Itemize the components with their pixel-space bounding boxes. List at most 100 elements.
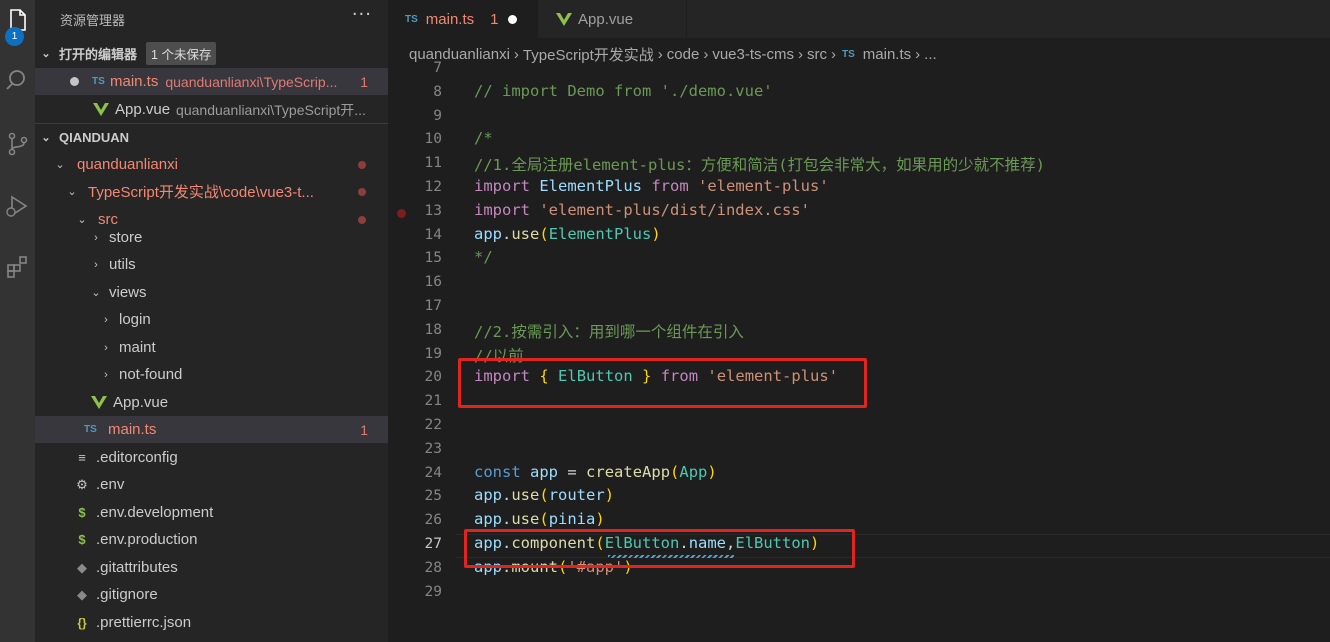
tree-file-prettierrc[interactable]: {} .prettierrc.json [35, 609, 388, 636]
search-icon[interactable] [0, 60, 35, 100]
chevron-right-icon: › [513, 45, 519, 63]
line-number: 15 [424, 250, 442, 267]
tree-file-main-ts[interactable]: TS main.ts 1 [35, 416, 388, 443]
tree-label: utils [109, 256, 136, 273]
dollar-icon: $ [78, 532, 86, 547]
breadcrumb-item[interactable]: src [807, 46, 827, 63]
code-line[interactable]: app.use(ElementPlus) [474, 225, 661, 243]
tree-label: main.ts [108, 421, 157, 438]
tree-label: .env [96, 476, 125, 493]
code-line[interactable]: // import Demo from './demo.vue' [474, 82, 773, 100]
problem-count: 1 [360, 421, 368, 438]
tab-label: main.ts [425, 10, 475, 28]
code-line[interactable]: */ [474, 248, 493, 266]
code-line[interactable]: const app = createApp(App) [474, 463, 717, 481]
extensions-icon[interactable] [0, 246, 35, 286]
chevron-right-icon: › [104, 313, 108, 326]
tree-folder-store[interactable]: › store [35, 224, 388, 251]
chevron-right-icon: › [104, 341, 108, 354]
tab-app-vue[interactable]: App.vue [539, 0, 687, 38]
open-editor-app-vue[interactable]: App.vue quanduanlianxi\TypeScript开... [35, 96, 388, 123]
line-number: 18 [424, 321, 442, 338]
unsaved-dot-icon[interactable] [508, 14, 518, 24]
line-number: 25 [424, 488, 442, 505]
open-editor-main-ts[interactable]: TS main.ts quanduanlianxi\TypeScrip... 1 [35, 68, 388, 95]
chevron-down-icon: ⌄ [41, 131, 51, 144]
breadcrumb-item[interactable]: vue3-ts-cms [712, 46, 794, 63]
code-line[interactable]: app.use(pinia) [474, 510, 605, 528]
line-number: 8 [433, 83, 442, 100]
tab-main-ts[interactable]: TS main.ts 1 [388, 0, 538, 38]
highlight-box-component [464, 529, 855, 568]
tree-label: views [109, 284, 147, 301]
workspace-title: QIANDUAN [59, 129, 130, 145]
line-number: 13 [424, 202, 442, 219]
gear-icon: ⚙ [76, 476, 88, 492]
tree-file-gitattributes[interactable]: ◆ .gitattributes [35, 554, 388, 581]
json-icon: {} [77, 615, 87, 630]
git-icon: ◆ [77, 586, 87, 602]
tree-label: TypeScript开发实战\code\vue3-t... [88, 184, 314, 201]
line-number: 22 [424, 417, 442, 433]
typescript-file-icon: TS [405, 13, 418, 25]
highlight-box-import [458, 358, 867, 408]
tree-folder-not-found[interactable]: › not-found [35, 361, 388, 388]
vue-file-icon [93, 103, 109, 116]
tree-file-app-vue[interactable]: App.vue [35, 389, 388, 416]
open-editor-label: main.ts [110, 73, 159, 90]
modified-dot-icon [358, 187, 366, 196]
tree-folder-typescript[interactable]: ⌄ TypeScript开发实战\code\vue3-t... [35, 178, 388, 205]
git-icon: ◆ [77, 559, 87, 575]
open-editor-description: quanduanlianxi\TypeScrip... [165, 73, 338, 90]
code-line[interactable]: import 'element-plus/dist/index.css' [474, 201, 810, 219]
code-line[interactable]: //2.按需引入：用到哪一个组件在引入 [474, 320, 744, 342]
breakpoint-icon[interactable] [397, 208, 406, 218]
line-number: 9 [433, 107, 442, 124]
run-debug-icon[interactable] [0, 186, 35, 226]
tree-folder-maint[interactable]: › maint [35, 334, 388, 361]
code-line[interactable]: //1.全局注册element-plus：方便和简洁(打包会非常大，如果用的少就… [474, 153, 1045, 175]
tab-bar: TS main.ts 1 App.vue [388, 0, 1330, 38]
source-control-icon[interactable] [0, 124, 35, 164]
breadcrumb-item[interactable]: TypeScript开发实战 [523, 44, 654, 65]
tree-file-env[interactable]: ⚙ .env [35, 471, 388, 498]
line-number: 17 [424, 298, 442, 314]
line-number: 10 [424, 131, 442, 148]
tree-file-env-production[interactable]: $ .env.production [35, 526, 388, 553]
line-number: 12 [424, 179, 442, 195]
problem-count: 1 [360, 73, 368, 90]
tree-file-editorconfig[interactable]: ≡ .editorconfig [35, 444, 388, 471]
workspace-header[interactable]: ⌄ QIANDUAN [35, 123, 388, 150]
chevron-right-icon: › [798, 45, 804, 63]
tree-folder-utils[interactable]: › utils [35, 251, 388, 278]
modified-dot-icon [358, 215, 366, 224]
tree-label: .prettierrc.json [96, 614, 192, 631]
code-line[interactable]: app.use(router) [474, 486, 614, 504]
line-number: 16 [424, 274, 442, 291]
code-line[interactable]: /* [474, 129, 493, 147]
chevron-down-icon: ⌄ [55, 159, 65, 171]
line-number: 11 [424, 155, 442, 172]
tree-folder-quanduanlianxi[interactable]: ⌄ quanduanlianxi [35, 151, 388, 178]
chevron-down-icon: ⌄ [67, 186, 77, 198]
breadcrumb-item[interactable]: main.ts [863, 46, 911, 63]
typescript-file-icon: TS [84, 424, 97, 435]
tree-folder-views[interactable]: ⌄ views [35, 279, 388, 306]
chevron-down-icon: ⌄ [91, 287, 101, 299]
tree-file-gitignore[interactable]: ◆ .gitignore [35, 581, 388, 608]
modified-dot-icon [358, 160, 366, 169]
unsaved-badge: 1 个未保存 [146, 42, 217, 65]
breadcrumb-item[interactable]: code [667, 46, 700, 63]
tree-folder-login[interactable]: › login [35, 306, 388, 333]
code-line[interactable]: import ElementPlus from 'element-plus' [474, 177, 829, 195]
more-actions-button[interactable]: ··· [352, 4, 372, 25]
typescript-file-icon: TS [92, 76, 105, 87]
open-editors-header[interactable]: ⌄ 打开的编辑器 1 个未保存 [35, 40, 388, 67]
dirty-dot-icon[interactable] [70, 77, 79, 86]
tree-label: .editorconfig [96, 449, 178, 466]
chevron-right-icon: › [94, 258, 98, 271]
line-number: 29 [424, 583, 442, 600]
lines-file-icon: ≡ [78, 450, 86, 465]
breadcrumb-item[interactable]: ... [924, 46, 937, 63]
tree-file-env-development[interactable]: $ .env.development [35, 499, 388, 526]
